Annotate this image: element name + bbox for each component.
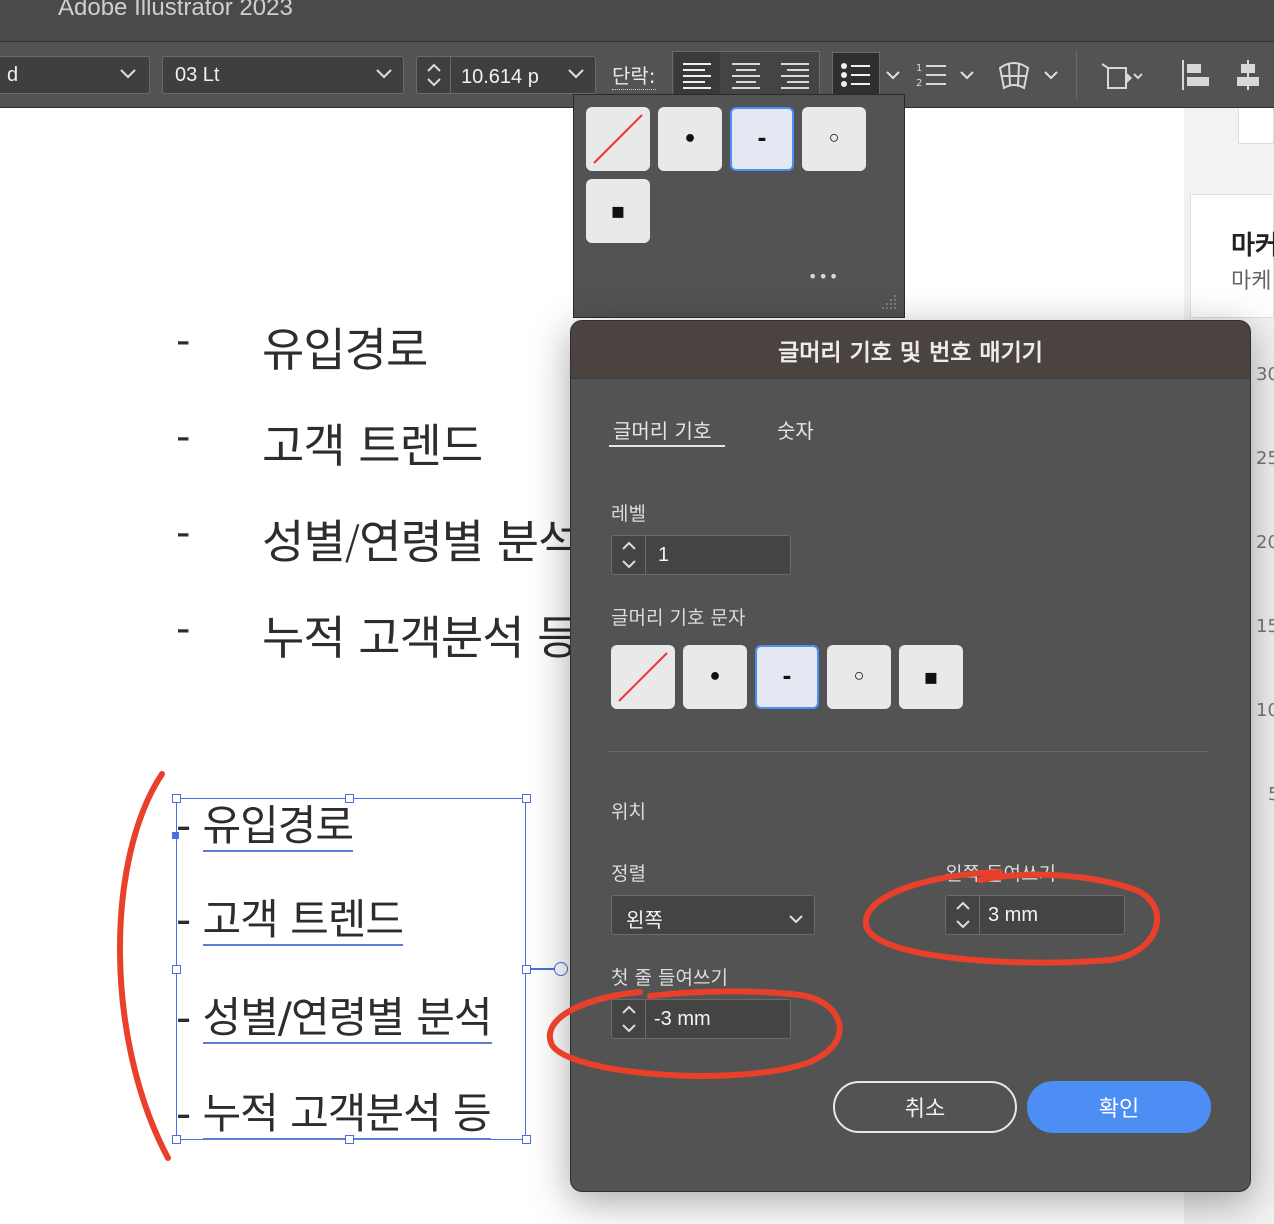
annotation-overlay [116, 771, 1160, 1161]
annotation-circle-first-indent [547, 988, 843, 1079]
annotation-bracket-mark [116, 771, 171, 1161]
annotation-circle-left-indent [862, 869, 1160, 966]
